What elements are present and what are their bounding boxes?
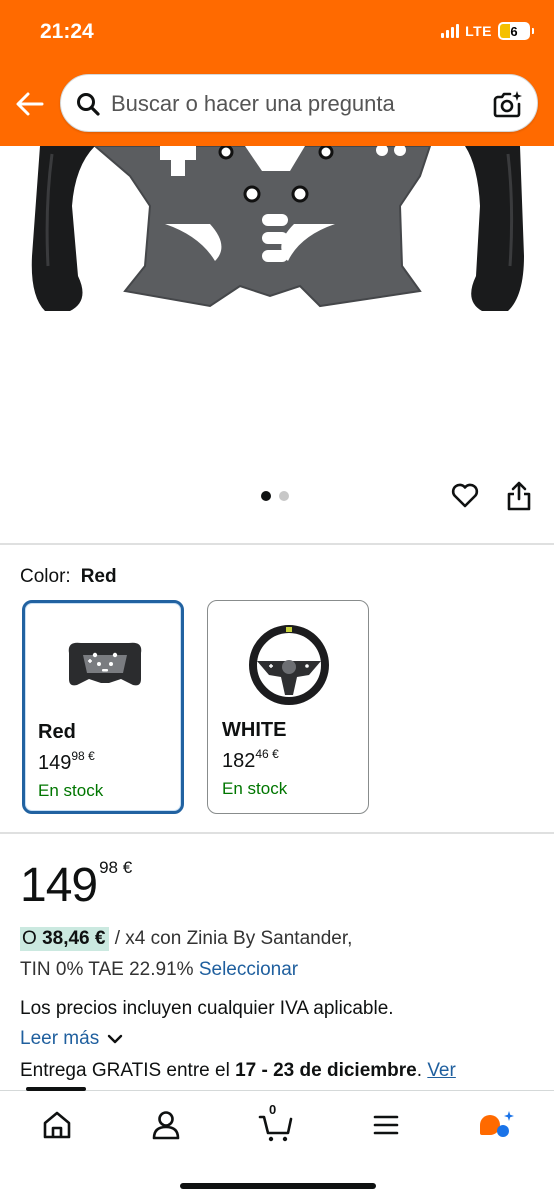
cart-count: 0: [269, 1102, 277, 1117]
color-swatch-red[interactable]: Red 14998 € En stock: [22, 600, 184, 814]
search-placeholder: Buscar o hacer una pregunta: [111, 91, 395, 116]
back-arrow-icon[interactable]: [14, 88, 46, 120]
bottom-navigation: 0: [0, 1087, 554, 1200]
steering-wheel-thumbnail: [68, 642, 142, 686]
color-label: Color: Red: [20, 566, 117, 588]
carousel-dot-2[interactable]: [279, 491, 289, 501]
chevron-down-icon: [108, 1034, 123, 1044]
product-image-carousel[interactable]: [0, 146, 554, 546]
select-financing-link[interactable]: Seleccionar: [199, 959, 298, 980]
share-icon[interactable]: [506, 480, 532, 512]
color-swatch-white[interactable]: WHITE 18246 € En stock: [207, 600, 369, 814]
carousel-dots: [261, 491, 289, 501]
financing-suffix: / x4 con Zinia By Santander,: [114, 928, 353, 949]
swatch-stock: En stock: [222, 779, 288, 798]
search-icon: [77, 93, 100, 116]
search-input[interactable]: Buscar o hacer una pregunta: [60, 74, 538, 132]
home-icon[interactable]: [37, 1105, 77, 1145]
account-icon[interactable]: [146, 1105, 186, 1145]
search-header: Buscar o hacer una pregunta: [0, 60, 554, 146]
delivery-dates: 17 - 23 de diciembre: [235, 1060, 417, 1081]
swatch-price: 14998 €: [38, 749, 95, 774]
rufus-icon[interactable]: [476, 1105, 516, 1145]
signal-icon: [441, 24, 460, 38]
home-indicator: [180, 1183, 376, 1189]
color-label-text: Color:: [20, 566, 71, 587]
financing-line: O 38,46 € / x4 con Zinia By Santander,: [20, 927, 353, 951]
swatch-name: WHITE: [222, 719, 287, 741]
financing-rates: TIN 0% TAE 22.91%: [20, 959, 194, 980]
color-selected-value: Red: [80, 566, 117, 587]
status-bar: 21:24 LTE 6: [0, 0, 554, 60]
carousel-dot-1[interactable]: [261, 491, 271, 501]
financing-rates-line: TIN 0% TAE 22.91% Seleccionar: [20, 959, 298, 981]
divider: [0, 543, 554, 545]
vat-notice: Los precios incluyen cualquier IVA aplic…: [20, 998, 394, 1019]
status-indicators: LTE 6: [441, 22, 534, 40]
heart-icon[interactable]: [450, 480, 480, 510]
product-price: 149 98 €: [20, 858, 133, 912]
swatch-name: Red: [38, 721, 76, 743]
cart-button[interactable]: 0: [256, 1102, 296, 1145]
battery-icon: 6: [498, 22, 534, 40]
steering-wheel-thumbnail: [249, 625, 329, 705]
active-tab-indicator: [26, 1087, 86, 1091]
battery-level: 6: [510, 23, 518, 39]
delivery-details-link[interactable]: Ver: [427, 1060, 456, 1081]
divider: [0, 832, 554, 834]
network-label: LTE: [465, 23, 492, 39]
camera-search-icon[interactable]: [491, 88, 523, 120]
swatch-stock: En stock: [38, 781, 104, 800]
financing-highlight: O 38,46 €: [20, 927, 110, 951]
menu-icon[interactable]: [366, 1105, 406, 1145]
delivery-info: Entrega GRATIS entre el 17 - 23 de dicie…: [20, 1060, 456, 1081]
status-time: 21:24: [40, 20, 94, 43]
steering-wheel-image: [31, 146, 524, 311]
swatch-price: 18246 €: [222, 747, 279, 772]
read-more-link[interactable]: Leer más: [20, 1028, 123, 1050]
read-more-label: Leer más: [20, 1028, 100, 1049]
